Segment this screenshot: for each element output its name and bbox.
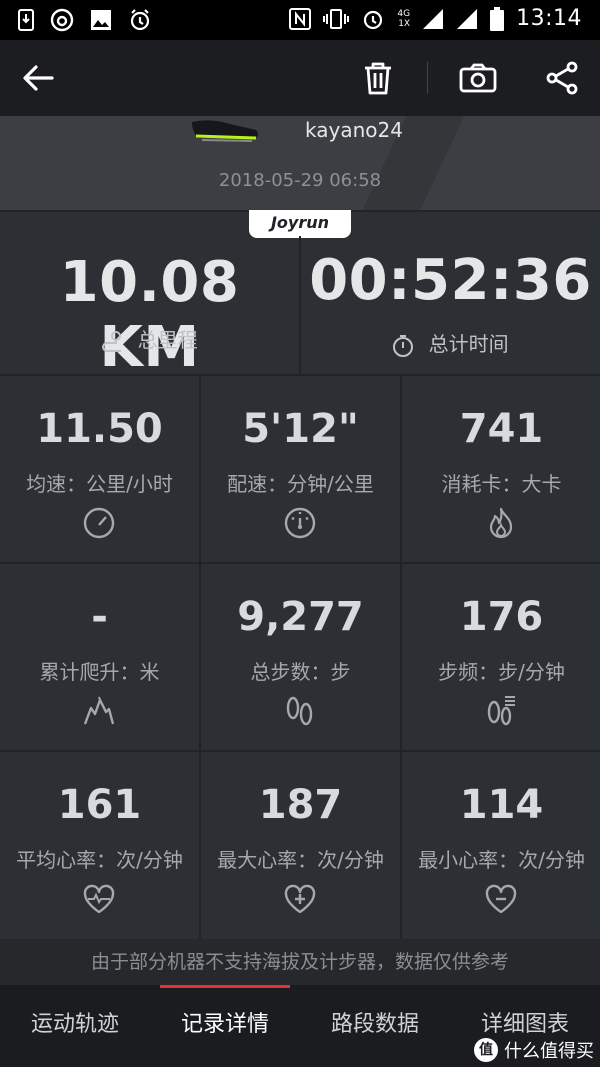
stat-label: 均速：公里/小时	[26, 472, 173, 496]
stat-label: 最大心率：次/分钟	[217, 848, 384, 872]
distance-label: 总里程	[137, 328, 198, 352]
stat-label: 消耗卡：大卡	[441, 472, 562, 496]
network-1x-label: 1X	[398, 18, 411, 29]
status-bar: 4G 1X 13:14	[0, 0, 600, 40]
header-background-stripe	[0, 116, 600, 212]
heart-rate-icon	[83, 884, 115, 914]
duration-value: 00:52:36	[309, 248, 592, 313]
distance-summary: 10.08 KM 总里程	[0, 212, 299, 380]
signal-icon	[423, 8, 444, 29]
watermark-badge: 值	[474, 1038, 498, 1062]
stat-value: 187	[258, 782, 343, 828]
download-notification-icon	[18, 9, 34, 31]
watermark: 值 什么值得买	[474, 1037, 594, 1063]
speedometer-icon	[83, 507, 115, 539]
duration-summary: 00:52:36 总计时间	[301, 212, 600, 374]
system-icons: 4G 1X 13:14	[289, 6, 582, 31]
stat-value: 176	[459, 594, 544, 640]
stat-pace: 5'12" 配速：分钟/公里	[201, 376, 400, 564]
back-button[interactable]	[16, 56, 60, 100]
stat-avg-speed: 11.50 均速：公里/小时	[0, 376, 199, 564]
stat-value: -	[91, 594, 108, 640]
stat-avg-heart-rate: 161 平均心率：次/分钟	[0, 752, 199, 940]
duration-label-row: 总计时间	[301, 328, 600, 358]
duration-label: 总计时间	[428, 332, 509, 356]
stat-label: 累计爬升：米	[39, 660, 160, 684]
stat-value: 161	[57, 782, 142, 828]
cadence-icon	[487, 696, 515, 726]
stat-value: 9,277	[237, 594, 364, 640]
vibrate-icon	[323, 8, 350, 29]
tab-segment-data[interactable]: 路段数据	[300, 985, 450, 1067]
distance-label-row: 总里程	[0, 324, 299, 354]
share-button[interactable]	[540, 56, 584, 100]
share-icon	[546, 61, 578, 95]
stat-value: 114	[459, 782, 544, 828]
stat-min-heart-rate: 114 最小心率：次/分钟	[402, 752, 600, 940]
stat-label: 步频：步/分钟	[438, 660, 565, 684]
stat-value: 5'12"	[242, 406, 359, 452]
data-disclaimer: 由于部分机器不支持海拔及计步器，数据仅供参考	[0, 939, 600, 985]
timer-icon	[393, 334, 414, 357]
back-arrow-icon	[23, 65, 54, 91]
signal-icon-2	[457, 8, 478, 29]
stat-steps: 9,277 总步数：步	[201, 564, 400, 752]
watermark-text: 什么值得买	[504, 1041, 594, 1062]
gallery-icon	[91, 10, 111, 30]
pace-gauge-icon	[284, 507, 316, 539]
network-type: 4G 1X	[397, 9, 410, 29]
run-date: 2018-05-29 06:58	[218, 170, 382, 191]
netease-music-icon	[50, 8, 74, 32]
alarm-icon	[130, 9, 150, 31]
stat-value: 11.50	[36, 406, 163, 452]
screenshot-button[interactable]	[456, 56, 500, 100]
distance-value: 10.08 KM	[59, 250, 240, 380]
stat-elevation: - 累计爬升：米	[0, 564, 199, 752]
toolbar-divider	[427, 62, 428, 94]
delete-button[interactable]	[356, 56, 400, 100]
camera-icon	[459, 63, 497, 93]
bottom-tab-bar: 运动轨迹 记录详情 路段数据 详细图表 值 什么值得买	[0, 985, 600, 1067]
route-icon	[102, 330, 122, 352]
stat-cadence: 176 步频：步/分钟	[402, 564, 600, 752]
flame-icon	[489, 507, 513, 539]
trash-icon	[365, 62, 391, 95]
run-header: kayano24 2018-05-29 06:58	[0, 116, 600, 212]
battery-icon	[490, 6, 505, 31]
tab-track[interactable]: 运动轨迹	[0, 985, 150, 1067]
stat-label: 最小心率：次/分钟	[418, 848, 585, 872]
stat-max-heart-rate: 187 最大心率：次/分钟	[201, 752, 400, 940]
active-tab-indicator	[160, 985, 290, 988]
stat-label: 配速：分钟/公里	[227, 472, 374, 496]
nfc-icon	[289, 7, 312, 30]
mountain-icon	[83, 696, 115, 725]
stat-value: 741	[459, 406, 544, 452]
clock: 13:14	[516, 6, 582, 31]
heart-plus-icon	[284, 884, 316, 914]
shoe-image	[192, 120, 258, 142]
network-4g-label: 4G	[397, 8, 411, 19]
stat-label: 总步数：步	[250, 660, 351, 684]
toolbar	[0, 40, 600, 116]
heart-minus-icon	[485, 884, 517, 914]
alarm-status-icon	[364, 10, 383, 29]
footprints-icon	[286, 696, 313, 726]
stat-label: 平均心率：次/分钟	[16, 848, 183, 872]
shoe-name: kayano24	[305, 118, 403, 142]
notification-icons	[18, 8, 152, 32]
stat-calories: 741 消耗卡：大卡	[402, 376, 600, 564]
tab-record-details[interactable]: 记录详情	[150, 985, 300, 1067]
